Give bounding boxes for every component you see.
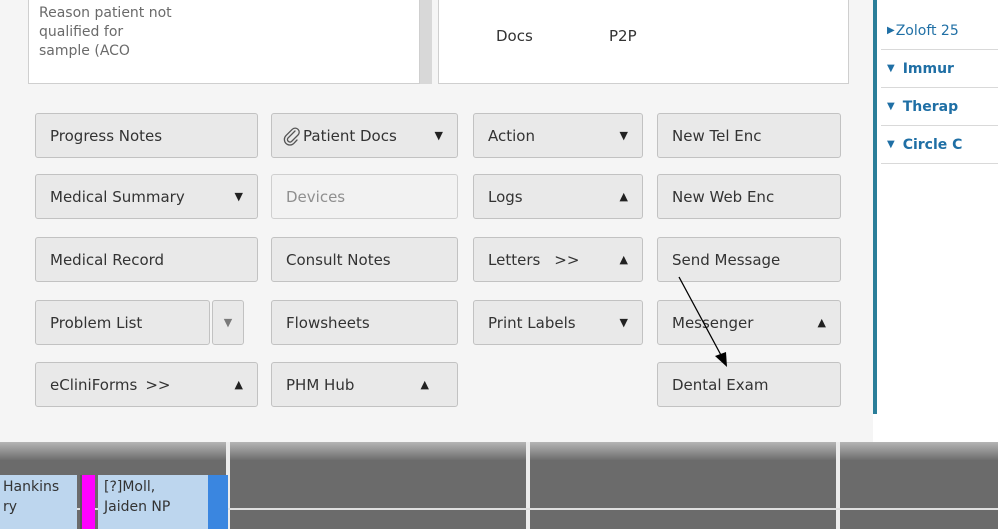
grid-line	[836, 442, 840, 529]
flowsheets-button[interactable]: Flowsheets	[271, 300, 458, 345]
side-panel-item-label: Immur	[902, 60, 954, 77]
medical-record-button[interactable]: Medical Record	[35, 237, 258, 282]
side-panel-item-label: Therap	[902, 98, 959, 115]
messenger-label: Messenger	[672, 313, 754, 332]
medical-summary-button[interactable]: Medical Summary ▼	[35, 174, 258, 219]
new-tel-enc-label: New Tel Enc	[672, 126, 762, 145]
devices-button[interactable]: Devices	[271, 174, 458, 219]
caret-down-icon: ▼	[619, 316, 628, 329]
caret-up-icon: ▲	[234, 378, 243, 391]
caret-down-icon: ▼	[223, 316, 233, 329]
progress-notes-button[interactable]: Progress Notes	[35, 113, 258, 158]
side-panel-item-label: Circle C	[902, 136, 963, 153]
medical-record-label: Medical Record	[50, 250, 165, 269]
print-labels-label: Print Labels	[488, 313, 576, 332]
new-tel-enc-button[interactable]: New Tel Enc	[657, 113, 841, 158]
paperclip-icon	[283, 126, 300, 146]
messenger-button[interactable]: Messenger ▲	[657, 300, 841, 345]
dental-exam-label: Dental Exam	[672, 375, 769, 394]
problem-list-dropdown-button[interactable]: ▼	[212, 300, 244, 345]
caret-down-icon: ▼	[887, 139, 895, 150]
caret-down-icon: ▼	[619, 129, 628, 142]
appointment-text: Hankins	[3, 479, 60, 495]
send-message-button[interactable]: Send Message	[657, 237, 841, 282]
problem-list-label: Problem List	[50, 313, 143, 332]
letters-button[interactable]: Letters >> ▲	[473, 237, 643, 282]
new-web-enc-label: New Web Enc	[672, 187, 775, 206]
logs-label: Logs	[488, 187, 523, 206]
caret-right-icon: ▶	[887, 25, 895, 36]
grid-line	[526, 442, 530, 529]
caret-down-icon: ▼	[887, 101, 895, 112]
actions-panel: Reason patient not qualified for sample …	[0, 0, 873, 442]
devices-label: Devices	[286, 187, 346, 206]
caret-up-icon: ▲	[817, 316, 826, 329]
reason-line: Reason patient not	[39, 5, 172, 21]
medication-side-panel: ▶ Zoloft 25 ▼ Immur ▼ Therap ▼ Circle C	[873, 0, 998, 414]
send-message-label: Send Message	[672, 250, 781, 269]
reason-line: sample (ACO	[39, 43, 130, 59]
side-panel-item-therapy[interactable]: ▼ Therap	[881, 88, 998, 126]
side-panel-item-circle[interactable]: ▼ Circle C	[881, 126, 998, 164]
new-web-enc-button[interactable]: New Web Enc	[657, 174, 841, 219]
docs-box: Docs P2P	[438, 0, 849, 84]
consult-notes-button[interactable]: Consult Notes	[271, 237, 458, 282]
action-label: Action	[488, 126, 535, 145]
appointment-text: ry	[3, 499, 18, 515]
side-panel-item-immunizations[interactable]: ▼ Immur	[881, 50, 998, 88]
side-panel-item-zoloft[interactable]: ▶ Zoloft 25	[881, 12, 998, 50]
appointment-edge-marker	[208, 475, 228, 529]
patient-docs-button[interactable]: Patient Docs ▼	[271, 113, 458, 158]
flowsheets-label: Flowsheets	[286, 313, 370, 332]
appointment-text: Jaiden NP	[104, 499, 171, 515]
caret-up-icon: ▲	[619, 190, 628, 203]
ecliniforms-button[interactable]: eCliniForms >> ▲	[35, 362, 258, 407]
action-button[interactable]: Action ▼	[473, 113, 643, 158]
letters-label: Letters	[488, 250, 541, 269]
ecliniforms-more: >>	[145, 375, 171, 394]
caret-down-icon: ▼	[234, 190, 243, 203]
letters-more: >>	[554, 250, 580, 269]
caret-up-icon: ▲	[420, 378, 429, 391]
schedule-header-divider	[0, 442, 998, 460]
reason-line: qualified for	[39, 24, 124, 40]
print-labels-button[interactable]: Print Labels ▼	[473, 300, 643, 345]
docs-label[interactable]: Docs	[496, 27, 533, 45]
appointment-block[interactable]: [?]Moll, Jaiden NP	[98, 475, 208, 529]
side-panel-item-label: Zoloft 25	[895, 22, 959, 39]
ecliniforms-label: eCliniForms	[50, 375, 138, 394]
appointment-text: [?]Moll,	[104, 479, 156, 495]
patient-docs-label: Patient Docs	[303, 126, 397, 145]
scrollbar[interactable]	[420, 0, 432, 84]
p2p-label[interactable]: P2P	[609, 27, 637, 45]
status-marker	[80, 475, 95, 529]
caret-down-icon: ▼	[887, 63, 895, 74]
caret-up-icon: ▲	[619, 253, 628, 266]
consult-notes-label: Consult Notes	[286, 250, 391, 269]
problem-list-button[interactable]: Problem List	[35, 300, 210, 345]
dental-exam-button[interactable]: Dental Exam	[657, 362, 841, 407]
logs-button[interactable]: Logs ▲	[473, 174, 643, 219]
medical-summary-label: Medical Summary	[50, 187, 185, 206]
phm-hub-label: PHM Hub	[286, 375, 355, 394]
progress-notes-label: Progress Notes	[50, 126, 163, 145]
appointment-block[interactable]: Hankins ry	[0, 475, 77, 529]
reason-not-qualified-field[interactable]: Reason patient not qualified for sample …	[28, 0, 420, 84]
caret-down-icon: ▼	[434, 129, 443, 142]
phm-hub-button[interactable]: PHM Hub ▲	[271, 362, 458, 407]
